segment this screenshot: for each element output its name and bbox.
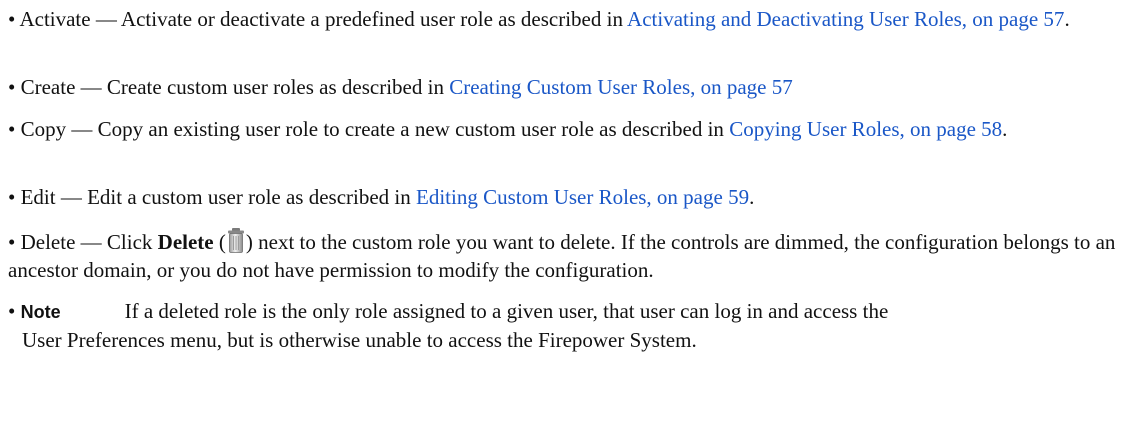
note-label: Note [20,302,61,322]
item-description: — Click [75,230,158,254]
bullet: • [8,185,16,209]
item-description: — Activate or deactivate a predefined us… [90,7,628,31]
delete-label: Delete [157,230,214,254]
item-tail: . [749,185,755,209]
link-copying-user-roles[interactable]: Copying User Roles, on page 58 [729,117,1002,141]
list-item-note: • Note If a deleted role is the only role… [8,297,1118,354]
item-name: Create [20,75,76,99]
item-name: Delete [20,230,76,254]
list-item-edit: • Edit — Edit a custom user role as desc… [8,183,1118,211]
paren-open: ( [213,230,226,254]
item-tail: . [1002,117,1008,141]
item-description: — Edit a custom user role as described i… [55,185,417,209]
bullet: • [8,230,16,254]
trash-icon [227,227,245,255]
list-item-copy: • Copy — Copy an existing user role to c… [8,115,1118,143]
item-description: — Copy an existing user role to create a… [66,117,730,141]
note-first-line: • Note If a deleted role is the only role… [8,297,1118,326]
link-editing-custom-user-roles[interactable]: Editing Custom User Roles, on page 59 [416,185,749,209]
item-name: Edit [20,185,56,209]
trash-icon-graphic [227,228,244,253]
link-creating-custom-user-roles[interactable]: Creating Custom User Roles, on page 57 [449,75,793,99]
bullet: • [8,117,16,141]
list-item-activate: • Activate — Activate or deactivate a pr… [8,5,1118,33]
item-name: Activate [19,7,91,31]
item-description: — Create custom user roles as described … [75,75,450,99]
link-activating-deactivating-user-roles[interactable]: Activating and Deactivating User Roles, … [627,7,1064,31]
note-text-line2: User Preferences menu, but is otherwise … [22,328,697,352]
note-text-line1: If a deleted role is the only role assig… [124,299,889,323]
bullet: • [8,75,16,99]
paren-close: ) [245,230,253,254]
list-item-delete: • Delete — Click Delete ( ) next to the … [8,227,1118,284]
item-tail: . [1064,7,1070,31]
bullet: • [8,7,16,31]
document-page: • Activate — Activate or deactivate a pr… [0,0,1129,447]
list-item-create: • Create — Create custom user roles as d… [8,73,1118,101]
bullet: • [8,299,16,323]
item-name: Copy [20,117,67,141]
